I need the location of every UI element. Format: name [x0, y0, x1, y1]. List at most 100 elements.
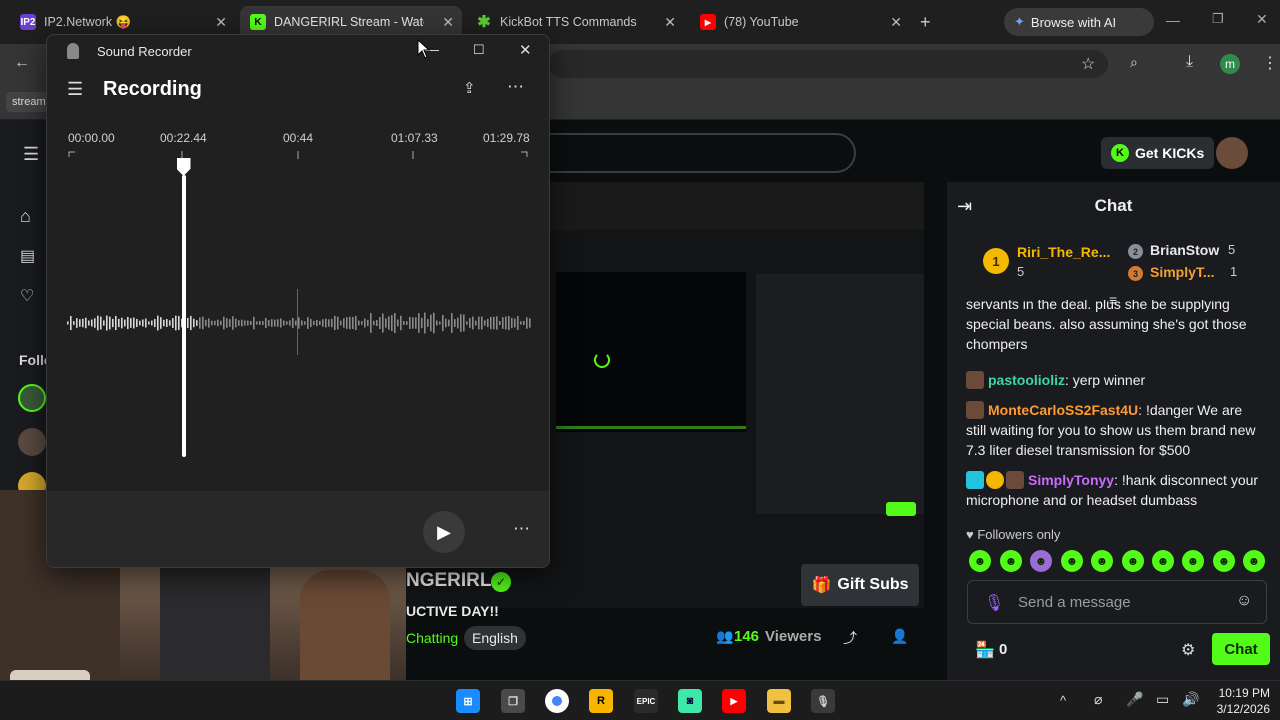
play-button[interactable]: ▶	[423, 511, 465, 553]
browse-with-ai-button[interactable]: ✦ Browse with AI	[1004, 8, 1154, 36]
category-link[interactable]: Chatting	[406, 630, 458, 646]
waveform-bar	[145, 318, 147, 328]
file-explorer-icon[interactable]: ▬	[767, 689, 791, 713]
restore-window-icon[interactable]: ❐	[1212, 11, 1224, 27]
chat-message-input[interactable]: 🎙 Send a message ☺	[967, 580, 1267, 624]
kick-coin-icon: K	[1111, 144, 1129, 162]
leaderboard-name[interactable]: Riri_The_Re...	[1017, 244, 1110, 260]
leaderboard-name[interactable]: SimplyT...	[1150, 264, 1215, 280]
leaderboard-name[interactable]: BrianStow	[1150, 242, 1219, 258]
waveform-bar	[121, 317, 123, 329]
store-icon[interactable]: 🏪	[975, 640, 995, 660]
followed-channel-avatar[interactable]	[18, 428, 46, 456]
close-icon[interactable]: ✕	[519, 41, 532, 59]
leaderboard-rank-3-icon: 3	[1128, 266, 1143, 281]
leaderboard-count: 5	[1228, 242, 1236, 257]
network-off-icon[interactable]: ⌀	[1094, 691, 1102, 708]
stream-inner-video	[556, 272, 746, 432]
waveform-bar	[283, 320, 285, 326]
playback-more-icon[interactable]: ⋯	[513, 519, 530, 539]
close-tab-icon[interactable]: ✕	[664, 14, 676, 31]
followed-channel-avatar[interactable]	[18, 384, 46, 412]
close-tab-icon[interactable]: ✕	[890, 14, 902, 31]
home-icon[interactable]: ⌂	[20, 206, 31, 227]
waveform-bar	[358, 320, 360, 326]
minimize-window-icon[interactable]: —	[1166, 12, 1180, 28]
loading-spinner-icon	[594, 352, 610, 368]
streamlabs-icon[interactable]: ◙	[678, 689, 702, 713]
back-arrow-icon[interactable]: ←	[14, 54, 30, 72]
chat-settings-gear-icon[interactable]: ⚙	[1181, 640, 1195, 660]
waveform-bar	[415, 317, 417, 329]
emoji-icon[interactable]: ☺	[1236, 592, 1252, 610]
get-kicks-button[interactable]: K Get KICKs	[1101, 137, 1215, 169]
close-tab-icon[interactable]: ✕	[215, 14, 227, 31]
more-options-icon[interactable]: ⋯	[507, 77, 524, 97]
share-icon[interactable]: ⇪	[463, 79, 476, 97]
taskbar-time[interactable]: 10:19 PM	[1208, 686, 1270, 700]
emote-icon[interactable]: ☻	[1000, 550, 1022, 572]
streamer-name[interactable]: NGERIRL	[406, 570, 492, 592]
chrome-icon[interactable]	[545, 689, 569, 713]
waveform-bar	[382, 313, 384, 333]
profile-avatar[interactable]: m	[1220, 54, 1240, 74]
browse-icon[interactable]: ▤	[20, 246, 35, 266]
new-tab-button[interactable]: +	[920, 12, 931, 33]
hamburger-icon[interactable]: ☰	[23, 144, 39, 165]
stream-inner-chat-button	[886, 502, 916, 516]
show-hidden-icons-chevron-icon[interactable]: ^	[1060, 693, 1066, 708]
emote-icon[interactable]: ☻	[1091, 550, 1113, 572]
bookmark-item[interactable]: stream	[6, 92, 52, 112]
emote-icon[interactable]: ☻	[1030, 550, 1052, 572]
playhead[interactable]	[181, 175, 186, 457]
download-icon[interactable]: ⤓	[1186, 53, 1193, 71]
microphone-icon[interactable]: 🎙	[984, 593, 1004, 613]
following-heart-icon[interactable]: ♡	[20, 286, 34, 306]
tab-youtube[interactable]: ▶ (78) YouTube ✕	[690, 6, 910, 38]
gift-subs-button[interactable]: 🎁 Gift Subs	[801, 564, 919, 606]
hamburger-menu-icon[interactable]: ☰	[67, 79, 83, 100]
user-avatar	[966, 371, 984, 389]
emote-icon[interactable]: ☻	[1122, 550, 1144, 572]
chat-message: SimplyTonyy: !hank disconnect your micro…	[966, 471, 1259, 508]
lens-icon[interactable]: ⌕	[1130, 54, 1138, 71]
windows-start-icon[interactable]: ⊞	[456, 689, 480, 713]
chat-username[interactable]: MonteCarloSS2Fast4U	[988, 402, 1138, 418]
task-view-icon[interactable]: ❐	[501, 689, 525, 713]
more-menu-icon[interactable]: ⋮	[1262, 53, 1278, 73]
waveform-bar	[463, 314, 465, 332]
taskbar-date[interactable]: 3/12/2026	[1208, 702, 1270, 716]
browse-ai-label: Browse with AI	[1030, 14, 1117, 30]
sound-recorder-taskbar-icon[interactable]: 🎙	[811, 689, 835, 713]
microphone-in-use-icon[interactable]: 🎤	[1126, 691, 1143, 708]
bookmark-star-icon[interactable]: ☆	[1081, 54, 1095, 74]
emote-icon[interactable]: ☻	[1061, 550, 1083, 572]
emote-icon[interactable]: ☻	[1213, 550, 1235, 572]
epic-games-icon[interactable]: EPIC	[634, 689, 658, 713]
user-avatar[interactable]	[1216, 137, 1248, 169]
waveform-bar	[202, 316, 204, 330]
youtube-taskbar-icon[interactable]: ▶	[722, 689, 746, 713]
emote-icon[interactable]: ☻	[1182, 550, 1204, 572]
rockstar-icon[interactable]: R	[589, 689, 613, 713]
share-icon[interactable]: ⤴	[843, 628, 857, 648]
waveform-bar	[259, 320, 261, 326]
volume-icon[interactable]: 🔊	[1182, 691, 1199, 708]
waveform-bar	[457, 317, 459, 329]
emote-icon[interactable]: ☻	[969, 550, 991, 572]
emote-icon[interactable]: ☻	[1152, 550, 1174, 572]
address-input[interactable]	[548, 50, 1108, 78]
follow-user-icon[interactable]: 👤	[891, 628, 908, 645]
chat-username[interactable]: pastoolioliz	[988, 372, 1065, 388]
send-chat-button[interactable]: Chat	[1212, 633, 1270, 665]
language-tag[interactable]: English	[464, 626, 526, 650]
close-tab-icon[interactable]: ✕	[442, 14, 454, 31]
display-icon[interactable]: ▭	[1156, 691, 1169, 708]
close-window-icon[interactable]: ✕	[1256, 11, 1268, 28]
emote-icon[interactable]: ☻	[1243, 550, 1265, 572]
chat-username[interactable]: SimplyTonyy	[1028, 472, 1114, 488]
waveform-bar	[433, 312, 435, 334]
kick-search-input[interactable]	[520, 133, 856, 173]
waveform-bar	[286, 321, 288, 325]
maximize-icon[interactable]: ☐	[473, 42, 485, 58]
